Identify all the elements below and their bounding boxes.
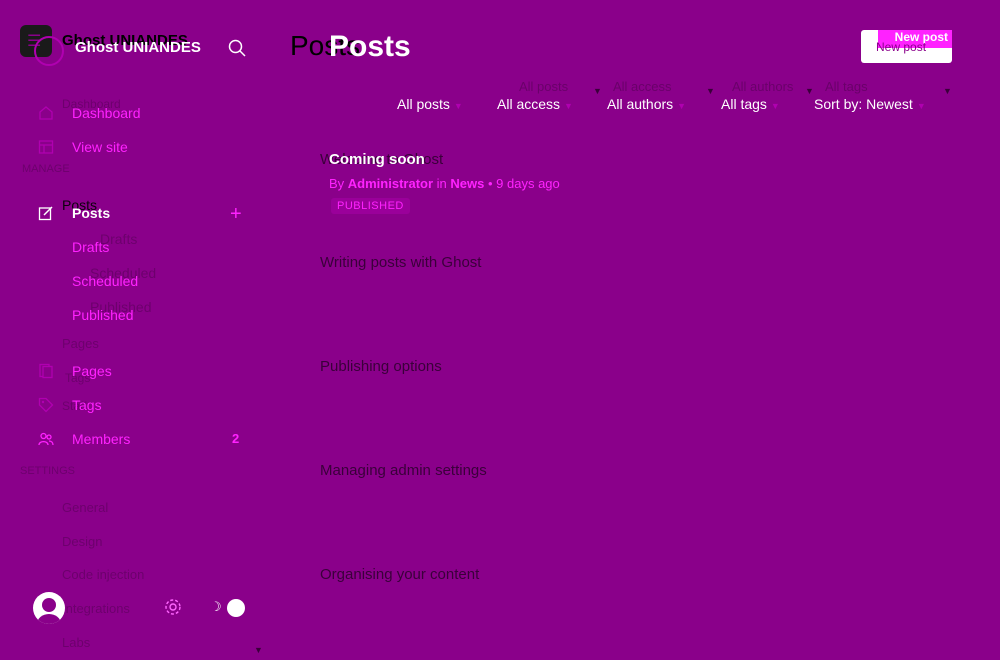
filter-all-access[interactable]: All access ▼: [497, 96, 573, 112]
members-count-badge: 2: [232, 431, 240, 446]
sidebar-item-scheduled[interactable]: Scheduled: [72, 273, 138, 289]
ghost-label-design: Design: [62, 534, 103, 549]
sidebar-item-drafts[interactable]: Drafts: [72, 239, 109, 255]
post-author[interactable]: Administrator: [348, 176, 433, 191]
sidebar-item-posts[interactable]: Posts: [72, 205, 110, 221]
post-meta-by: By: [329, 176, 345, 191]
sidebar-item-members[interactable]: Members: [72, 431, 130, 447]
chevron-down-icon: ▼: [916, 101, 926, 111]
chevron-down-icon: ▼: [564, 101, 573, 111]
pages-icon: [39, 363, 53, 379]
ghost-label-general: General: [62, 500, 109, 515]
search-icon[interactable]: [228, 39, 246, 57]
filter-arrow-icon: ▼: [593, 86, 602, 96]
filter-arrow-icon: ▼: [706, 86, 715, 96]
ghost-label-code-injection: Code injection: [62, 567, 145, 582]
filter-arrow-icon: ▼: [805, 86, 814, 96]
post-row-ghost[interactable]: Writing posts with Ghost: [320, 254, 481, 271]
site-title[interactable]: Ghost UNIANDES: [75, 39, 201, 56]
filter-all-tags-label: All tags: [721, 96, 767, 112]
ghost-label-integrations: Integrations: [62, 601, 130, 616]
ghost-section-manage: MANAGE: [22, 163, 70, 175]
logo-ring: [34, 36, 64, 66]
filter-sort[interactable]: Sort by: Newest ▼: [814, 96, 926, 112]
ghost-label-labs: Labs: [62, 635, 91, 650]
members-icon: [38, 432, 54, 446]
toggle-knob: [227, 599, 245, 617]
chevron-down-icon: ▼: [677, 101, 687, 111]
sidebar-item-tags[interactable]: Tags: [72, 397, 102, 413]
sidebar: ☰ Ghost UNIANDES Ghost UNIANDES Dashboar…: [0, 0, 275, 660]
filter-sort-label: Sort by: Newest: [814, 96, 913, 112]
filter-ghost-authors: All authors: [732, 79, 794, 94]
filter-all-tags[interactable]: All tags ▼: [721, 96, 780, 112]
post-time: • 9 days ago: [488, 176, 560, 191]
post-row-ghost[interactable]: Publishing options: [320, 358, 442, 375]
gear-icon[interactable]: [163, 597, 183, 617]
view-site-icon: [38, 140, 54, 154]
filter-all-posts-label: All posts: [397, 96, 450, 112]
post-tag[interactable]: News: [450, 176, 484, 191]
tag-icon: [38, 397, 54, 413]
filter-ghost-posts: All posts: [519, 79, 569, 94]
sidebar-item-view-site[interactable]: View site: [72, 139, 128, 155]
scroll-down-icon[interactable]: ▼: [254, 645, 263, 655]
post-row-ghost[interactable]: Organising your content: [320, 566, 479, 583]
moon-icon: ☽: [210, 599, 222, 614]
night-mode-toggle[interactable]: ☽: [208, 599, 246, 617]
sidebar-item-dashboard[interactable]: Dashboard: [72, 105, 141, 121]
post-meta: By Administrator in News • 9 days ago: [329, 176, 560, 191]
filter-all-authors-label: All authors: [607, 96, 674, 112]
filter-all-authors[interactable]: All authors ▼: [607, 96, 686, 112]
new-post-plus-icon[interactable]: +: [230, 203, 242, 226]
sidebar-item-published[interactable]: Published: [72, 307, 134, 323]
sidebar-item-pages[interactable]: Pages: [72, 363, 112, 379]
filter-all-posts[interactable]: All posts ▼: [397, 96, 463, 112]
home-icon: [39, 106, 53, 120]
chevron-down-icon: ▼: [770, 101, 780, 111]
ghost-section-settings: SETTINGS: [20, 465, 76, 477]
post-meta-in: in: [436, 176, 447, 191]
filter-arrow-icon: ▼: [943, 86, 952, 96]
post-row-ghost[interactable]: Managing admin settings: [320, 462, 487, 479]
ghost-label-pages: Pages: [62, 336, 99, 351]
filter-ghost-tags: All tags: [825, 79, 868, 94]
page-title: Posts: [329, 30, 411, 63]
user-avatar[interactable]: [33, 592, 65, 624]
chevron-down-icon: ▼: [453, 101, 463, 111]
filter-ghost-access: All access: [613, 79, 672, 94]
filter-all-access-label: All access: [497, 96, 561, 112]
edit-icon: [38, 206, 53, 221]
post-title[interactable]: Coming soon: [329, 151, 425, 168]
new-post-ghost: New post: [876, 40, 927, 54]
status-badge: PUBLISHED: [331, 198, 410, 214]
